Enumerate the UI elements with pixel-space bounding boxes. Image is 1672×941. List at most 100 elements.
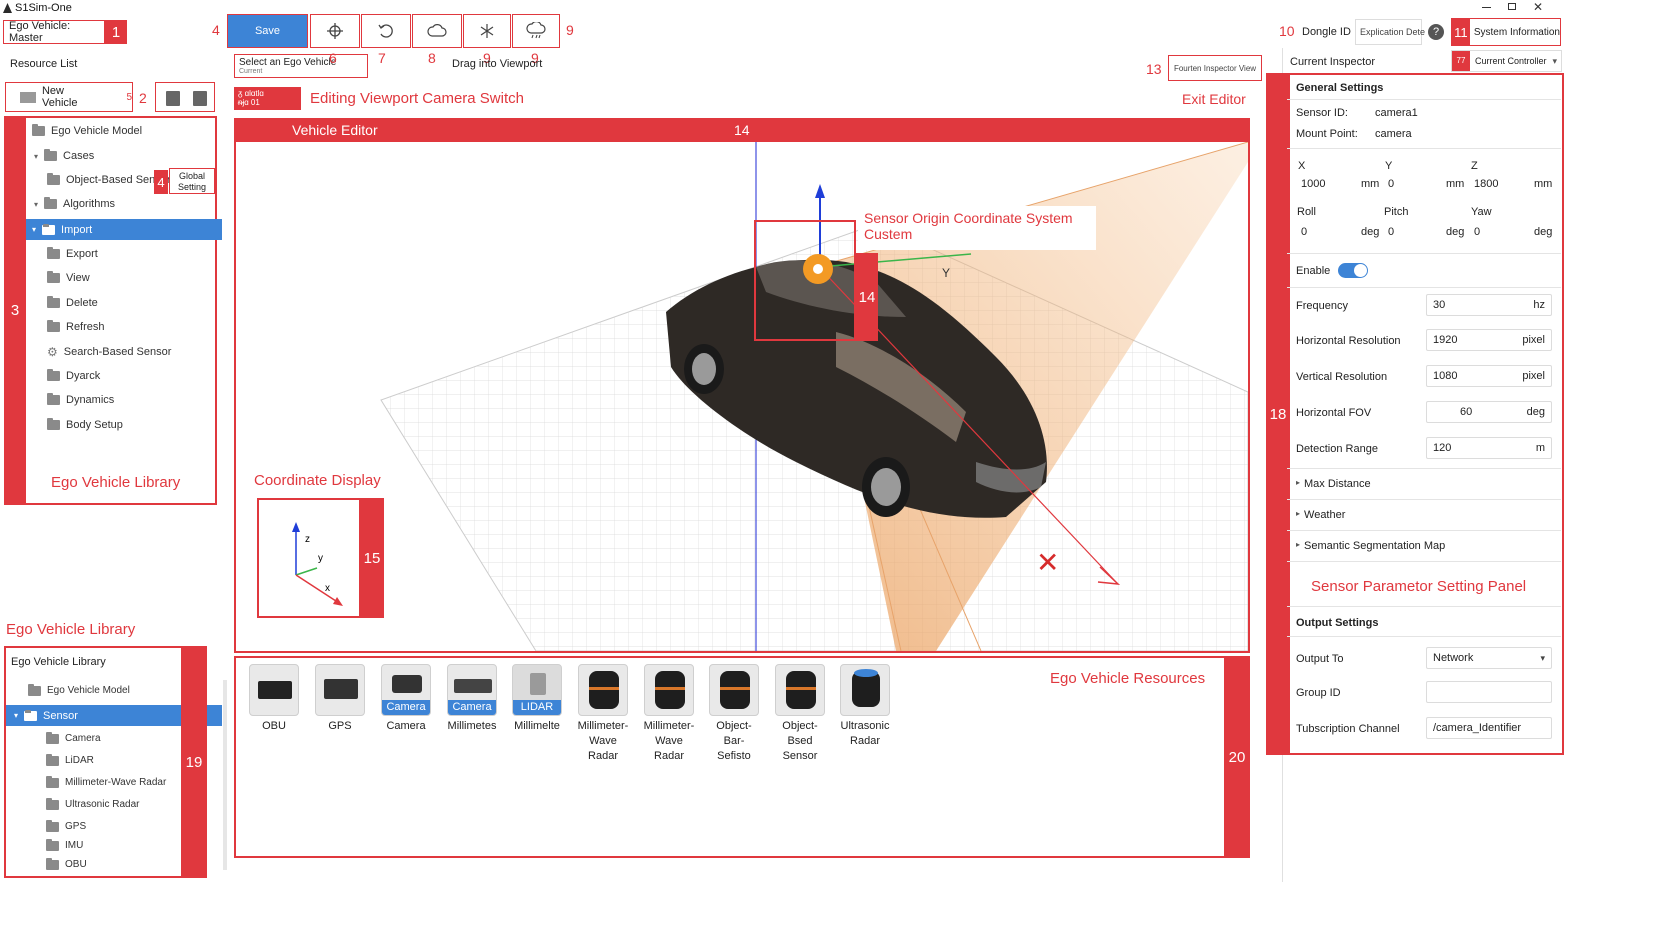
snow-weather-button[interactable]: [463, 14, 511, 48]
chevron-down-icon: ▾: [1540, 652, 1545, 663]
viewport[interactable]: ✕ Y 14 Sensor Origin Coordinate System C…: [234, 142, 1250, 653]
output-to-value: Network: [1433, 652, 1474, 664]
new-vehicle-button[interactable]: New Vehicle 5: [5, 82, 133, 112]
resource-obu[interactable]: OBU: [247, 664, 301, 734]
move-tool-button[interactable]: [310, 14, 360, 48]
hres-input[interactable]: 1920 pixel: [1426, 329, 1552, 351]
tree-item-dyarck[interactable]: Dyarck: [47, 369, 100, 382]
tree-item-dynamics[interactable]: Dynamics: [47, 393, 114, 406]
camera-switch-button[interactable]: ᵹ ɑlɑtlɑ ᵰɉɑ 01: [234, 87, 301, 110]
resource-gps[interactable]: GPS: [313, 664, 367, 734]
copy-icon[interactable]: [193, 91, 207, 106]
tree-item-export[interactable]: Export: [47, 247, 98, 260]
library-item-ego-vehicle-model[interactable]: Ego Vehicle Model: [28, 683, 130, 696]
save-button[interactable]: Save: [227, 14, 308, 48]
exit-editor-caption[interactable]: Exit Editor: [1182, 91, 1246, 107]
folder-icon: [47, 320, 60, 332]
dongle-id-field[interactable]: Explication Dete: [1355, 19, 1425, 45]
resource-object-based-sensor-2[interactable]: Object-Bsed Sensor: [773, 664, 827, 764]
weather-section[interactable]: ▸ Weather: [1296, 509, 1345, 521]
library-item-obu[interactable]: OBU: [46, 857, 87, 870]
resource-object-based-sensor-1[interactable]: Object-Bar- Sefisto: [707, 664, 761, 764]
library-item-ultrasonic-radar[interactable]: Ultrasonic Radar: [46, 797, 139, 810]
z-input[interactable]: 1800: [1474, 178, 1498, 190]
z-unit: mm: [1534, 178, 1553, 190]
tree-item-delete[interactable]: Delete: [47, 296, 98, 309]
chevron-down-icon[interactable]: ▾: [34, 200, 38, 209]
resource-mmw-radar-1[interactable]: Millimeter- Wave Radar: [576, 664, 630, 764]
callout-5: 4: [212, 22, 220, 38]
vres-input[interactable]: 1080 pixel: [1426, 365, 1552, 387]
current-controller-dropdown[interactable]: 77 Current Controller ▾: [1451, 50, 1562, 72]
tree-item-label: Search-Based Sensor: [63, 346, 172, 358]
pitch-input[interactable]: 0: [1388, 226, 1394, 238]
max-distance-label: Max Distance: [1304, 478, 1371, 490]
vehicle-icon: [20, 91, 36, 103]
tree-item-import[interactable]: ▾ Import: [26, 219, 222, 240]
ego-vehicle-selector[interactable]: Ego Vehicle: Master: [3, 20, 105, 44]
tree-item-refresh[interactable]: Refresh: [47, 320, 105, 333]
range-input[interactable]: 120 m: [1426, 437, 1552, 459]
select-ego-vehicle-dropdown[interactable]: Select an Ego Vehicle Current: [234, 54, 368, 78]
library-scrollbar[interactable]: [223, 680, 227, 870]
tree-item-label: Cases: [63, 150, 95, 162]
cloud-weather-button[interactable]: [412, 14, 462, 48]
y-unit: mm: [1446, 178, 1465, 190]
y-input[interactable]: 0: [1388, 178, 1394, 190]
x-input[interactable]: 1000: [1301, 178, 1325, 190]
ego-vehicle-library-heading: Ego Vehicle Library: [6, 621, 136, 638]
library-item-millimeter-wave-radar[interactable]: Millimeter-Wave Radar: [46, 775, 166, 788]
coordinate-display-caption: Coordinate Display: [254, 472, 381, 489]
chevron-down-icon[interactable]: ▾: [14, 711, 18, 720]
tree-item-algorithms[interactable]: ▾ Algorithms: [34, 197, 115, 210]
library-item-imu[interactable]: IMU: [46, 838, 83, 851]
resource-lidar[interactable]: LIDAR Millimelte: [510, 664, 564, 734]
rotate-tool-button[interactable]: [361, 14, 411, 48]
yaw-input[interactable]: 0: [1474, 226, 1480, 238]
global-setting-line2: Setting: [177, 182, 207, 192]
tree-item-view[interactable]: View: [47, 271, 90, 284]
resource-camera[interactable]: Camera Camera: [379, 664, 433, 734]
vres-label: Vertical Resolution: [1296, 371, 1388, 383]
close-icon[interactable]: ✕: [1533, 0, 1543, 14]
tree-item-cases[interactable]: ▾ Cases: [34, 149, 95, 162]
delete-icon[interactable]: [166, 91, 180, 106]
sensor-id-label: Sensor ID:: [1296, 107, 1348, 119]
callout-9-toolbar: 9: [566, 22, 574, 38]
resource-ultrasonic-radar[interactable]: Ultrasonic Radar: [838, 664, 892, 749]
output-to-select[interactable]: Network ▾: [1426, 647, 1552, 669]
library-item-lidar[interactable]: LiDAR: [46, 753, 94, 766]
roll-input[interactable]: 0: [1301, 226, 1307, 238]
rain-weather-button[interactable]: [512, 14, 560, 48]
library-item-gps[interactable]: GPS: [46, 819, 86, 832]
help-icon[interactable]: ?: [1428, 24, 1444, 40]
library-item-camera[interactable]: Camera: [46, 731, 101, 744]
maximize-icon[interactable]: [1508, 3, 1516, 10]
resource-camera-2[interactable]: Camera Millimetes: [445, 664, 499, 734]
callout-3-label: 3: [10, 302, 20, 319]
resource-mmw-radar-2[interactable]: Millimeter- Wave Radar: [642, 664, 696, 764]
resource-label: Millimelte: [514, 720, 560, 732]
group-id-input[interactable]: [1426, 681, 1552, 703]
folder-icon: [47, 418, 60, 430]
callout-14-label: 14: [858, 288, 876, 306]
chevron-down-icon[interactable]: ▾: [32, 225, 36, 234]
hfov-input[interactable]: 60 deg: [1426, 401, 1552, 423]
tree-item-object-based-sensor[interactable]: Object-Based Sensor: [47, 173, 171, 186]
folder-icon: [44, 149, 58, 161]
max-distance-section[interactable]: ▸ Max Distance: [1296, 478, 1371, 490]
semantic-map-section[interactable]: ▸ Semantic Segmentation Map: [1296, 540, 1445, 552]
global-setting-button[interactable]: Global Setting: [169, 168, 215, 194]
tree-item-search-based-sensor[interactable]: ⚙ Search-Based Sensor: [47, 345, 171, 359]
tree-item-ego-vehicle-model[interactable]: Ego Vehicle Model: [32, 124, 142, 137]
minimize-icon[interactable]: [1482, 7, 1491, 8]
enable-toggle[interactable]: [1338, 263, 1368, 278]
general-settings-heading: General Settings: [1296, 82, 1384, 94]
subscription-channel-input[interactable]: /camera_Identifier: [1426, 717, 1552, 739]
chevron-down-icon[interactable]: ▾: [34, 152, 38, 161]
vehicle-editor-label: Vehicle Editor: [292, 122, 378, 138]
tree-item-body-setup[interactable]: Body Setup: [47, 418, 123, 431]
return-inspector-view-button[interactable]: Fourten Inspector View: [1168, 55, 1262, 81]
system-information-button[interactable]: 11 System Information: [1451, 18, 1561, 46]
frequency-input[interactable]: 30 hz: [1426, 294, 1552, 316]
